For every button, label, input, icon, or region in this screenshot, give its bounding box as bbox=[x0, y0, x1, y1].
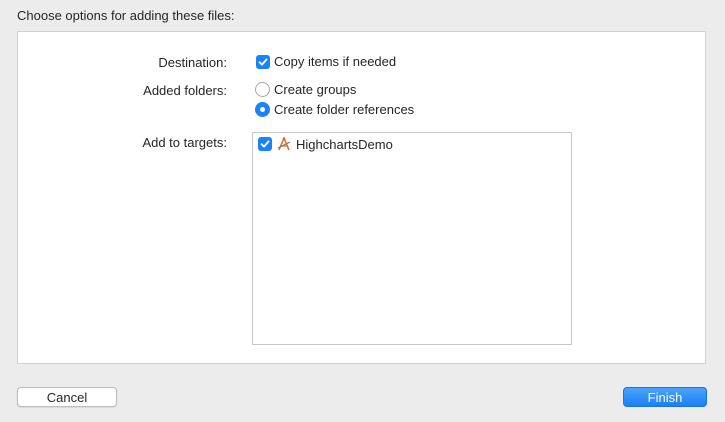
options-panel: Destination: Copy items if needed Added … bbox=[17, 31, 706, 364]
checkmark-icon bbox=[260, 140, 270, 148]
targets-list[interactable]: HighchartsDemo bbox=[252, 132, 572, 345]
dialog-title: Choose options for adding these files: bbox=[17, 8, 235, 23]
create-groups-label: Create groups bbox=[274, 82, 357, 97]
create-folder-references-radio[interactable] bbox=[255, 102, 270, 117]
app-target-icon bbox=[276, 136, 292, 152]
added-folders-label: Added folders: bbox=[143, 83, 227, 98]
target-name: HighchartsDemo bbox=[296, 136, 393, 152]
copy-items-checkbox-row[interactable]: Copy items if needed bbox=[256, 54, 396, 69]
target-row[interactable]: HighchartsDemo bbox=[258, 136, 393, 152]
add-to-targets-label: Add to targets: bbox=[142, 135, 227, 150]
destination-label: Destination: bbox=[158, 55, 227, 70]
create-folder-references-label: Create folder references bbox=[274, 102, 415, 117]
checkmark-icon bbox=[258, 58, 268, 65]
create-folder-references-radio-row[interactable]: Create folder references bbox=[255, 102, 414, 117]
copy-items-checkbox[interactable] bbox=[256, 54, 270, 69]
target-checkbox[interactable] bbox=[258, 137, 272, 151]
create-groups-radio[interactable] bbox=[255, 82, 270, 97]
cancel-button[interactable]: Cancel bbox=[17, 387, 117, 407]
copy-items-label: Copy items if needed bbox=[274, 54, 397, 69]
create-groups-radio-row[interactable]: Create groups bbox=[255, 82, 356, 97]
radio-dot bbox=[260, 107, 265, 112]
finish-button[interactable]: Finish bbox=[623, 387, 707, 407]
